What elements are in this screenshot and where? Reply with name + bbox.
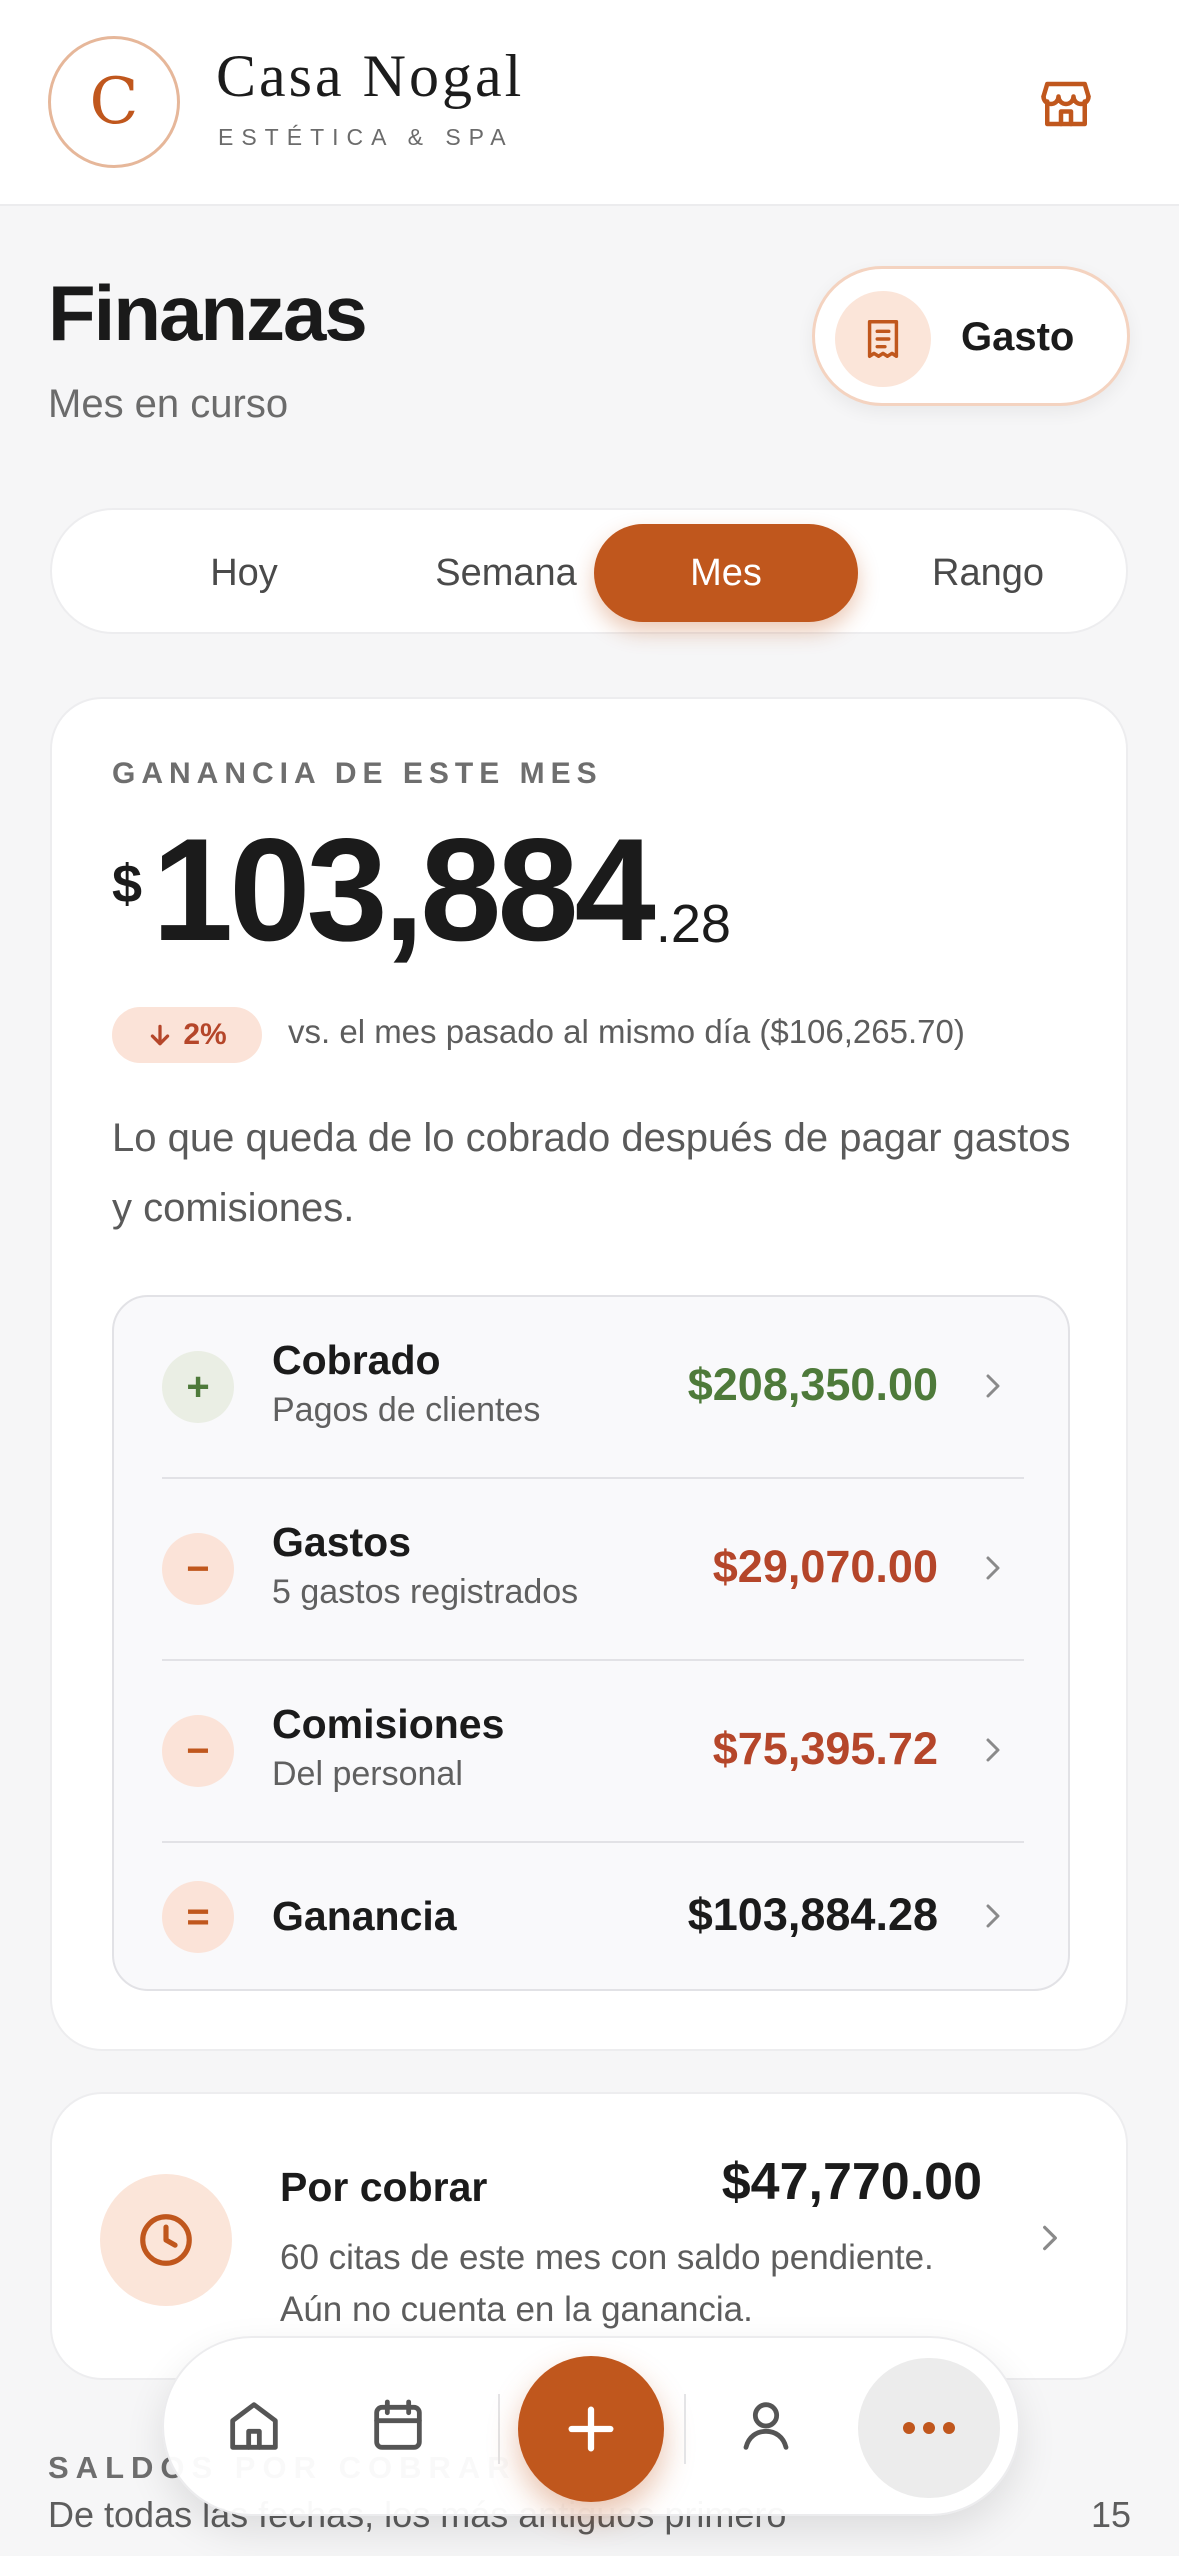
breakdown-value: $29,070.00 xyxy=(712,1541,938,1592)
brand-name: Casa Nogal xyxy=(216,43,525,109)
breakdown-subtitle: 5 gastos registrados xyxy=(272,1573,579,1611)
profit-decimal: .28 xyxy=(655,894,731,954)
nav-profile-button[interactable] xyxy=(712,2372,820,2480)
delta-comparison: vs. el mes pasado al mismo día ($106,265… xyxy=(288,1013,965,1050)
page-subtitle: Mes en curso xyxy=(48,382,289,426)
minus-sign-icon: − xyxy=(162,1715,234,1787)
profit-integer: 103,884 xyxy=(152,808,656,971)
nav-more-button[interactable] xyxy=(858,2358,1000,2498)
breakdown-row-ganancia[interactable]: = Ganancia $103,884.28 xyxy=(114,1843,1072,1991)
receivable-value: $47,770.00 xyxy=(721,2153,982,2211)
receipt-icon xyxy=(835,291,931,387)
breakdown-row-cobrado[interactable]: + Cobrado Pagos de clientes $208,350.00 xyxy=(114,1297,1072,1479)
brand-logo-letter: C xyxy=(89,65,139,139)
breakdown-row-gastos[interactable]: − Gastos 5 gastos registrados $29,070.00 xyxy=(114,1479,1072,1661)
plus-icon xyxy=(568,2406,614,2452)
add-expense-button[interactable]: Gasto xyxy=(812,266,1130,406)
add-button[interactable] xyxy=(518,2356,664,2502)
tab-hoy[interactable]: Hoy xyxy=(112,524,376,622)
breakdown-title: Cobrado xyxy=(272,1337,441,1383)
delta-badge: 2% xyxy=(112,1007,262,1063)
more-icon xyxy=(903,2422,955,2434)
chevron-right-icon xyxy=(986,1904,1000,1928)
top-bar: C Casa Nogal ESTÉTICA & SPA xyxy=(0,0,1179,206)
breakdown-title: Ganancia xyxy=(272,1893,457,1939)
profit-currency: $ xyxy=(112,854,143,914)
minus-sign-icon: − xyxy=(162,1533,234,1605)
page-title: Finanzas xyxy=(48,269,368,357)
breakdown-title: Comisiones xyxy=(272,1701,505,1747)
plus-sign-icon: + xyxy=(162,1351,234,1423)
section-count: 15 xyxy=(1090,2494,1131,2535)
breakdown-title: Gastos xyxy=(272,1519,411,1565)
nav-separator xyxy=(498,2394,500,2464)
period-tabs: Hoy Semana Mes Rango xyxy=(50,508,1128,634)
clock-icon xyxy=(100,2174,232,2306)
brand-tagline: ESTÉTICA & SPA xyxy=(218,124,514,150)
arrow-down-icon xyxy=(151,1024,170,1046)
equals-sign-icon: = xyxy=(162,1881,234,1953)
nav-separator xyxy=(684,2394,686,2464)
chevron-right-icon xyxy=(986,1738,1000,1762)
profit-card: GANANCIA DE ESTE MES $ 103,884 .28 2% vs… xyxy=(50,697,1128,2051)
user-icon xyxy=(743,2402,789,2450)
breakdown-row-comisiones[interactable]: − Comisiones Del personal $75,395.72 xyxy=(114,1661,1072,1843)
store-button[interactable] xyxy=(1024,62,1108,146)
profit-description: Lo que queda de lo cobrado después de pa… xyxy=(112,1116,1071,1230)
breakdown-value: $103,884.28 xyxy=(687,1889,938,1940)
breakdown-value: $75,395.72 xyxy=(712,1723,938,1774)
chevron-right-icon xyxy=(986,1556,1000,1580)
receivable-title: Por cobrar xyxy=(280,2164,488,2210)
nav-home-button[interactable] xyxy=(200,2372,308,2480)
breakdown-subtitle: Del personal xyxy=(272,1755,463,1793)
profit-amount: $ 103,884 .28 xyxy=(112,817,731,967)
home-icon xyxy=(230,2402,278,2450)
tab-mes[interactable]: Mes xyxy=(594,524,858,622)
chevron-right-icon xyxy=(986,1374,1000,1398)
tab-rango[interactable]: Rango xyxy=(856,524,1120,622)
nav-calendar-button[interactable] xyxy=(344,2372,452,2480)
breakdown-subtitle: Pagos de clientes xyxy=(272,1391,541,1429)
store-icon xyxy=(1041,81,1091,127)
brand-logo: C xyxy=(48,36,180,168)
bottom-nav xyxy=(162,2336,1020,2516)
profit-breakdown: + Cobrado Pagos de clientes $208,350.00 … xyxy=(112,1295,1070,1991)
delta-value: 2% xyxy=(183,1018,227,1051)
calendar-icon xyxy=(374,2399,422,2450)
breakdown-value: $208,350.00 xyxy=(687,1359,938,1410)
chevron-right-icon xyxy=(1043,2225,1057,2251)
profit-eyebrow: GANANCIA DE ESTE MES xyxy=(112,757,603,790)
add-expense-label: Gasto xyxy=(961,315,1075,359)
receivable-description: 60 citas de este mes con saldo pendiente… xyxy=(280,2238,934,2329)
